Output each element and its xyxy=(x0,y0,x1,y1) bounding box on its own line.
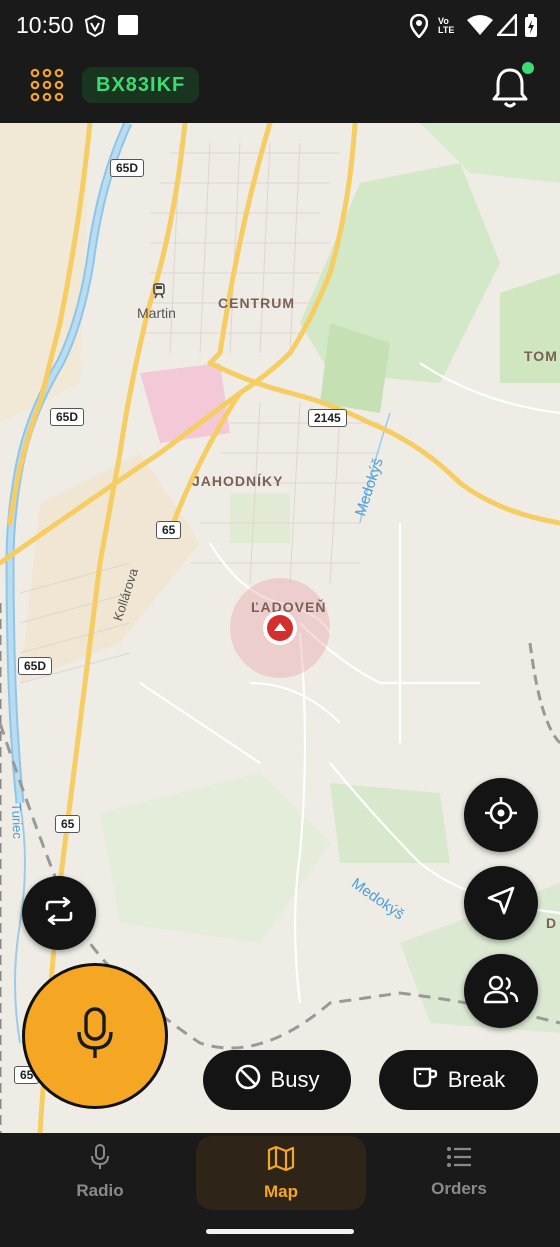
clock: 10:50 xyxy=(16,12,74,38)
prohibited-icon xyxy=(235,1064,261,1096)
coffee-cup-icon xyxy=(412,1065,438,1095)
shield-icon xyxy=(84,14,106,43)
water-label-turiec: Turiec xyxy=(9,803,26,840)
users-icon xyxy=(483,974,519,1009)
place-label-jahodniky: JAHODNÍKY xyxy=(192,473,284,489)
nav-label-map: Map xyxy=(264,1181,298,1201)
grid-menu-icon[interactable] xyxy=(30,68,64,102)
push-to-talk-button[interactable] xyxy=(22,963,168,1109)
road-shield-65: 65 xyxy=(55,815,81,833)
place-label-centrum: CENTRUM xyxy=(218,295,295,311)
status-bar: 10:50 Vo LTE xyxy=(0,0,560,52)
wifi-icon xyxy=(466,14,494,41)
nav-label-orders: Orders xyxy=(431,1178,487,1198)
microphone-icon xyxy=(75,1006,115,1067)
nav-tab-radio[interactable]: Radio xyxy=(15,1133,185,1211)
app-bar: BX83IKF xyxy=(0,52,560,123)
recenter-button[interactable] xyxy=(464,778,538,852)
place-label-tom: TOM xyxy=(524,348,558,364)
battery-icon xyxy=(524,14,538,43)
callsign-badge[interactable]: BX83IKF xyxy=(82,67,200,103)
road-shield-2145: 2145 xyxy=(308,409,347,427)
signal-icon xyxy=(495,11,518,41)
break-label: Break xyxy=(447,1067,506,1092)
busy-label: Busy xyxy=(270,1067,320,1092)
break-button[interactable]: Break xyxy=(379,1050,538,1110)
bell-icon[interactable] xyxy=(490,62,534,110)
team-button[interactable] xyxy=(464,954,538,1028)
nav-tab-map[interactable]: Map xyxy=(196,1136,366,1210)
notification-dot xyxy=(522,62,534,74)
location-icon xyxy=(409,13,429,43)
place-label-d: D xyxy=(546,915,558,931)
switch-channel-button[interactable] xyxy=(22,876,96,950)
station-label-martin: Martin xyxy=(137,305,176,321)
bottom-navigation: Radio Map Orders xyxy=(0,1133,560,1247)
square-icon xyxy=(117,14,139,41)
volte-icon: Vo LTE xyxy=(438,16,455,35)
nav-label-radio: Radio xyxy=(76,1180,124,1200)
busy-button[interactable]: Busy xyxy=(203,1050,351,1110)
road-shield-65d: 65D xyxy=(50,408,85,426)
navigate-button[interactable] xyxy=(464,866,538,940)
road-shield-65: 65 xyxy=(156,521,182,539)
home-indicator xyxy=(206,1229,354,1234)
nav-tab-orders[interactable]: Orders xyxy=(374,1133,544,1211)
road-shield-65d: 65D xyxy=(18,657,53,675)
microphone-icon xyxy=(90,1143,110,1175)
map-icon xyxy=(267,1145,295,1176)
swap-arrows-icon xyxy=(43,896,75,930)
navigation-arrow-icon xyxy=(485,885,517,922)
list-icon xyxy=(446,1146,472,1173)
crosshair-icon xyxy=(484,796,518,835)
road-shield-65d: 65D xyxy=(110,159,145,177)
